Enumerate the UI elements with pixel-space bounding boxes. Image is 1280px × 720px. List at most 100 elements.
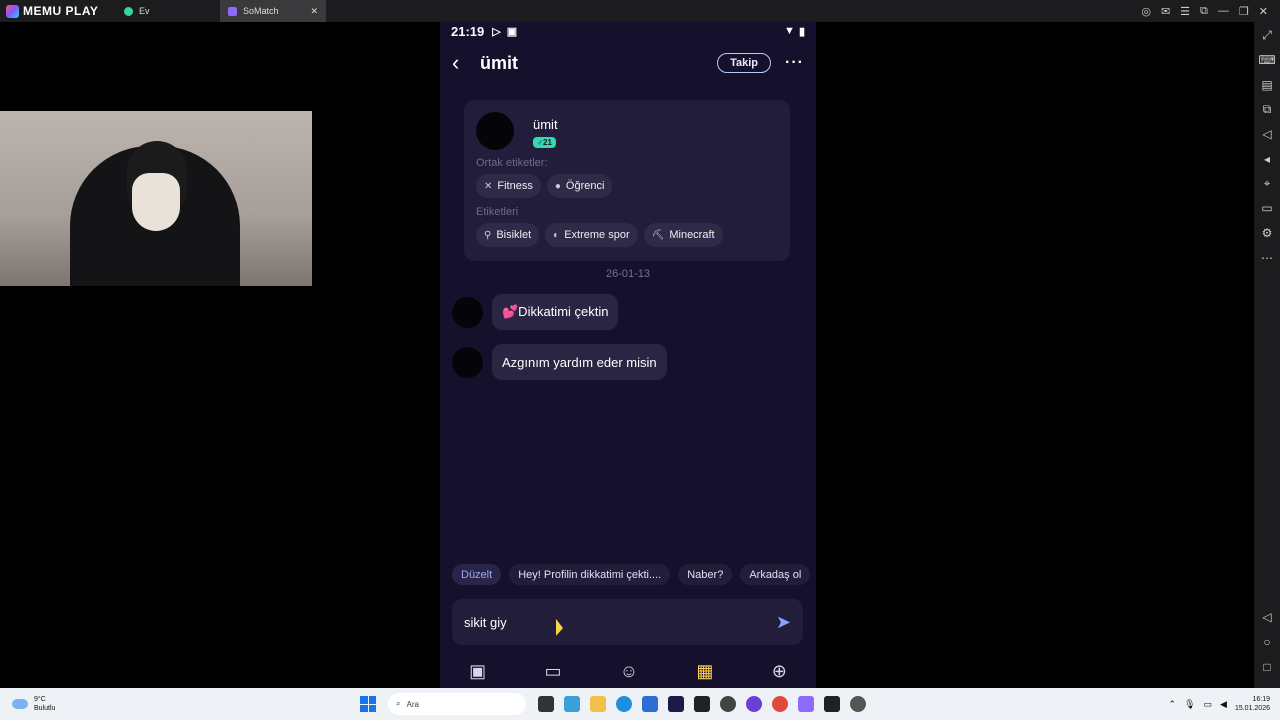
tab-somatch[interactable]: SoMatch ✕ — [220, 0, 326, 22]
edge-icon[interactable] — [616, 696, 632, 712]
message-composer: ➤ — [452, 599, 803, 645]
taskbar-apps — [538, 696, 866, 712]
terminal-icon[interactable] — [824, 696, 840, 712]
location-icon[interactable]: ⌖ — [1258, 174, 1276, 193]
quick-reply-chip[interactable]: Naber? — [678, 564, 733, 585]
profile-card[interactable]: ümit ♂21 Ortak etiketler: ✕ Fitness ● Öğre… — [464, 100, 790, 261]
apk-icon[interactable]: ▤ — [1258, 75, 1276, 94]
follow-button[interactable]: Takip — [717, 53, 772, 73]
android-recents-icon[interactable]: □ — [1258, 657, 1276, 676]
mail-icon[interactable]: ✉ — [1161, 5, 1170, 18]
plus-icon[interactable]: ⊕ — [772, 661, 787, 682]
quick-reply-chip[interactable]: Hey! Profilin dikkatimi çekti.... — [509, 564, 671, 585]
more-options-icon[interactable]: ··· — [785, 54, 804, 72]
widgets-icon[interactable] — [564, 696, 580, 712]
tag-minecraft: ⛏ Minecraft — [643, 223, 723, 247]
send-icon[interactable]: ➤ — [776, 612, 791, 633]
webcam-overlay — [0, 111, 312, 286]
student-icon: ● — [554, 180, 561, 192]
quick-reply-chip[interactable]: Arkadaş ol — [740, 564, 811, 585]
gift-icon[interactable]: ▦ — [696, 661, 713, 682]
volume-down-icon[interactable]: ◂ — [1258, 149, 1276, 168]
video-icon[interactable]: ▭ — [544, 661, 561, 682]
quick-replies: Düzelt Hey! Profilin dikkatimi çekti....… — [452, 564, 811, 585]
file-explorer-icon[interactable] — [590, 696, 606, 712]
weather-temperature: 9°C — [34, 696, 46, 703]
edit-suggestions-button[interactable]: Düzelt — [452, 564, 502, 585]
chat-toolbar: ▣ ▭ ☺ ▦ ⊕ — [440, 656, 816, 686]
minimize-icon[interactable]: — — [1218, 5, 1229, 18]
system-clock[interactable]: 16:19 15.01.2026 — [1235, 695, 1270, 713]
user-tags: ⚲ Bisiklet ◐ Extreme spor ⛏ Minecraft — [476, 223, 723, 247]
back-arrow-icon[interactable]: ‹ — [452, 50, 476, 76]
tag-student: ● Öğrenci — [546, 174, 613, 198]
mouse-cursor — [556, 618, 563, 639]
home-tab-icon — [124, 6, 133, 16]
profile-avatar[interactable] — [476, 112, 514, 150]
notification-icon: ▣ — [506, 25, 518, 38]
tag-extreme-sport: ◐ Extreme spor — [545, 223, 638, 247]
cloud-icon — [12, 699, 28, 709]
multi-instance-icon[interactable]: ⧉ — [1258, 100, 1276, 119]
emulator-side-toolbar: ⤢ ⌨ ▤ ⧉ ◁ ◂ ⌖ ▭ ⚙ ⋯ ◁ ○ □ — [1254, 22, 1280, 688]
account-icon[interactable]: ◎ — [1141, 5, 1151, 18]
browser-icon[interactable] — [746, 696, 762, 712]
memu-logo-icon — [6, 4, 19, 18]
message-bubble[interactable]: Azgınım yardım eder misin — [492, 344, 667, 380]
phone-screen: 21:19 ▷ ▣ ▼ ▮ ‹ ümit Takip ··· ümit ♂21 … — [440, 22, 816, 688]
speaker-icon[interactable]: ◀ — [1220, 699, 1227, 710]
sender-avatar[interactable] — [452, 296, 483, 328]
tag-fitness: ✕ Fitness — [476, 174, 541, 198]
system-tray: ⌃ 🎙 ▭ ◀ 16:19 15.01.2026 — [1169, 695, 1280, 713]
settings-icon[interactable]: ⚙ — [1258, 224, 1276, 243]
folder-icon[interactable]: ▭ — [1258, 199, 1276, 218]
android-home-icon[interactable]: ○ — [1258, 633, 1276, 652]
webcam-mask — [132, 173, 180, 231]
emoji-icon[interactable]: ☺ — [620, 661, 638, 682]
display-icon[interactable]: ▭ — [1204, 699, 1213, 710]
battery-icon: ▮ — [798, 25, 805, 38]
message-input[interactable] — [464, 614, 744, 630]
fullscreen-icon[interactable]: ⤢ — [1258, 26, 1276, 45]
more-icon[interactable]: ⋯ — [1258, 248, 1276, 267]
brand-label: MEMU PLAY — [23, 4, 99, 18]
menu-icon[interactable]: ☰ — [1180, 5, 1190, 18]
image-icon[interactable]: ▣ — [469, 661, 486, 682]
android-back-icon[interactable]: ◁ — [1258, 608, 1276, 627]
gender-age-badge: ♂21 — [533, 137, 556, 148]
microphone-icon[interactable]: 🎙 — [1184, 699, 1195, 710]
cyclist-icon: ⚲ — [484, 229, 492, 241]
wifi-icon: ▼ — [784, 24, 795, 37]
settings-app-icon[interactable] — [850, 696, 866, 712]
memu-taskbar-icon[interactable] — [798, 696, 814, 712]
android-status-bar: 21:19 ▷ ▣ ▼ ▮ — [440, 22, 816, 40]
premiere-icon[interactable] — [668, 696, 684, 712]
chrome-icon[interactable] — [772, 696, 788, 712]
obs-icon[interactable] — [720, 696, 736, 712]
restore-icon[interactable]: ❐ — [1239, 5, 1249, 18]
close-window-icon[interactable]: ✕ — [1259, 5, 1268, 18]
store-icon[interactable] — [642, 696, 658, 712]
tab-ev[interactable]: Ev — [116, 0, 220, 22]
sender-avatar[interactable] — [452, 346, 483, 378]
keyboard-icon[interactable]: ⌨ — [1258, 51, 1276, 70]
pickaxe-icon: ⛏ — [651, 229, 665, 241]
capcut-icon[interactable] — [694, 696, 710, 712]
chevron-up-icon[interactable]: ⌃ — [1169, 699, 1177, 710]
task-view-icon[interactable] — [538, 696, 554, 712]
helmet-icon: ◐ — [553, 229, 560, 241]
tags-label: Etiketleri — [476, 206, 519, 218]
weather-widget[interactable]: 9°C Bulutlu — [0, 695, 360, 713]
play-store-icon: ▷ — [492, 25, 501, 38]
clock-date: 15.01.2026 — [1234, 705, 1270, 712]
clock-time: 16:19 — [1252, 696, 1270, 703]
chat-date: 26-01-13 — [605, 268, 651, 280]
volume-up-icon[interactable]: ◁ — [1258, 125, 1276, 144]
profile-name: ümit — [533, 117, 558, 132]
screen-icon[interactable]: ⧉ — [1200, 5, 1208, 18]
windows-start-icon[interactable] — [360, 696, 376, 712]
taskbar-search[interactable]: ⌕ Ara — [388, 693, 526, 715]
message-bubble[interactable]: 💕Dikkatimi çektin — [492, 294, 619, 330]
close-tab-icon[interactable]: ✕ — [310, 6, 318, 17]
page-title: ümit — [480, 52, 518, 73]
